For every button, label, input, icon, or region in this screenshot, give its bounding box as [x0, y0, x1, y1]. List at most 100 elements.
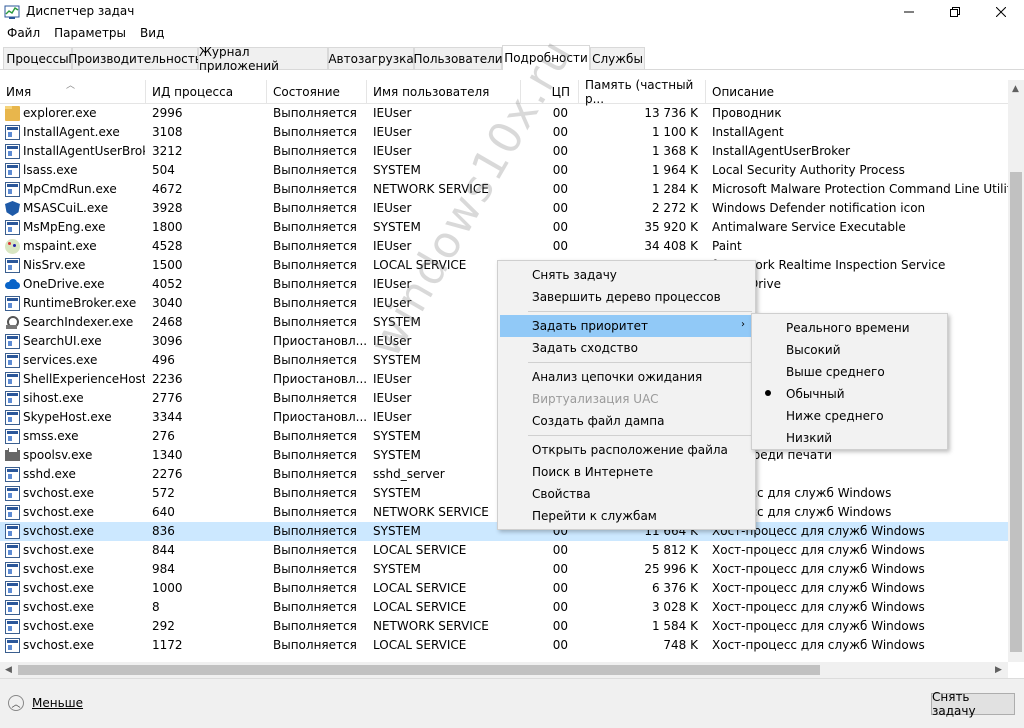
context-menu-item[interactable]: Снять задачу [500, 264, 753, 286]
table-row[interactable]: InstallAgentUserBrok... 3212 Выполняется IE… [0, 142, 1008, 161]
end-task-button[interactable]: Снять задачу [931, 690, 1015, 718]
minimize-button[interactable] [886, 0, 932, 24]
paint-icon [5, 239, 20, 254]
app-icon [5, 467, 20, 482]
restore-icon [950, 7, 960, 17]
tab-services[interactable]: Службы [590, 47, 645, 69]
context-menu-item[interactable]: Завершить дерево процессов [500, 286, 753, 308]
tab-details[interactable]: Подробности [502, 45, 590, 70]
context-menu-item[interactable]: Поиск в Интернете [500, 461, 753, 483]
process-icon-cell [5, 334, 20, 349]
cell-name: RuntimeBroker.exe [23, 296, 137, 310]
cell-description: Хост-процесс для служб Windows [712, 619, 925, 633]
maximize-button[interactable] [932, 0, 978, 24]
process-icon-cell [5, 372, 20, 387]
cell-pid: 8 [152, 600, 160, 614]
priority-option-label: Низкий [786, 431, 833, 445]
cell-pid: 4528 [152, 239, 183, 253]
scroll-left-icon[interactable]: ◀ [5, 665, 12, 675]
app-icon [5, 353, 20, 368]
cell-cpu: 00 [552, 106, 568, 120]
table-row[interactable]: MSASCuiL.exe 3928 Выполняется IEUser 00 2 272… [0, 199, 1008, 218]
column-description[interactable]: Описание [706, 80, 1008, 104]
cell-name: OneDrive.exe [23, 277, 105, 291]
menu-separator [528, 311, 752, 312]
horizontal-scroll-thumb[interactable] [18, 665, 820, 675]
table-row[interactable]: svchost.exe 844 Выполняется LOCAL SERVICE 00… [0, 541, 1008, 560]
priority-option[interactable]: Высокий [754, 339, 945, 361]
vertical-scroll-thumb[interactable] [1010, 172, 1022, 652]
vertical-scrollbar[interactable]: ▲ [1008, 80, 1024, 662]
fewer-details-button[interactable]: ︿ Меньше [8, 695, 83, 711]
table-row[interactable]: svchost.exe 8 Выполняется LOCAL SERVICE 00 3 … [0, 598, 1008, 617]
context-menu-item[interactable]: Анализ цепочки ожидания [500, 366, 753, 388]
table-row[interactable]: MsMpEng.exe 1800 Выполняется SYSTEM 00 35 920… [0, 218, 1008, 237]
cell-pid: 292 [152, 619, 175, 633]
context-menu-item[interactable]: Задать сходство [500, 337, 753, 359]
column-user[interactable]: Имя пользователя [367, 80, 521, 104]
cell-cpu: 00 [552, 562, 568, 576]
process-icon-cell [5, 239, 20, 254]
column-pid[interactable]: ИД процесса [146, 80, 267, 104]
cell-state: Выполняется [273, 315, 357, 329]
app-icon [5, 258, 20, 273]
column-name[interactable]: Имя [0, 80, 146, 104]
cell-state: Выполняется [273, 125, 357, 139]
table-row[interactable]: InstallAgent.exe 3108 Выполняется IEUser 00 1… [0, 123, 1008, 142]
column-state[interactable]: Состояние [267, 80, 367, 104]
menu-view[interactable]: Вид [133, 24, 171, 44]
close-button[interactable] [978, 0, 1024, 24]
process-icon-cell [5, 391, 20, 406]
footer-bar: ︿ Меньше Снять задачу [0, 678, 1024, 728]
cell-name: ShellExperienceHost.... [23, 372, 145, 386]
context-menu-item[interactable]: Открыть расположение файла [500, 439, 753, 461]
table-row[interactable]: lsass.exe 504 Выполняется SYSTEM 00 1 964 K Lo… [0, 161, 1008, 180]
tab-processes[interactable]: Процессы [3, 47, 72, 69]
tab-startup[interactable]: Автозагрузка [328, 47, 414, 69]
cell-cpu: 00 [552, 600, 568, 614]
context-menu-item[interactable]: Свойства [500, 483, 753, 505]
cell-description: Broker [712, 296, 1008, 310]
cell-cpu: 00 [552, 144, 568, 158]
title-bar: Диспетчер задач [0, 0, 1024, 24]
table-row[interactable]: svchost.exe 292 Выполняется NETWORK SERVICE… [0, 617, 1008, 636]
app-icon [5, 410, 20, 425]
table-row[interactable]: MpCmdRun.exe 4672 Выполняется NETWORK SERVI… [0, 180, 1008, 199]
context-menu-item[interactable]: Создать файл дампа [500, 410, 753, 432]
cell-user: SYSTEM [373, 315, 421, 329]
priority-option[interactable]: Низкий [754, 427, 945, 449]
table-row[interactable]: explorer.exe 2996 Выполняется IEUser 00 13 73… [0, 104, 1008, 123]
column-cpu[interactable]: ЦП [521, 80, 579, 104]
cell-user: SYSTEM [373, 562, 421, 576]
cell-pid: 836 [152, 524, 175, 538]
priority-option[interactable]: Обычный [754, 383, 945, 405]
tab-performance[interactable]: Производительность [68, 47, 202, 69]
priority-option[interactable]: Выше среднего [754, 361, 945, 383]
cell-state: Выполняется [273, 106, 357, 120]
app-icon [5, 562, 20, 577]
context-menu-item[interactable]: Задать приоритет › [500, 315, 753, 337]
table-row[interactable]: svchost.exe 1000 Выполняется LOCAL SERVICE 0… [0, 579, 1008, 598]
cell-user: SYSTEM [373, 524, 421, 538]
cell-state: Выполняется [273, 258, 357, 272]
cell-user: LOCAL SERVICE [373, 581, 467, 595]
scroll-right-icon[interactable]: ▶ [995, 665, 1002, 675]
column-memory[interactable]: Память (частный р... [579, 78, 706, 106]
cell-cpu: 00 [552, 163, 568, 177]
table-row[interactable]: mspaint.exe 4528 Выполняется IEUser 00 34 408… [0, 237, 1008, 256]
cell-description: Хост-процесс для служб Windows [712, 638, 925, 652]
tab-app-history[interactable]: Журнал приложений [198, 45, 328, 73]
cell-memory: 1 964 K [651, 163, 698, 177]
table-row[interactable]: svchost.exe 984 Выполняется SYSTEM 00 25 996 … [0, 560, 1008, 579]
menu-options[interactable]: Параметры [47, 24, 133, 44]
priority-option[interactable]: Реального времени [754, 317, 945, 339]
cell-pid: 844 [152, 543, 175, 557]
scroll-up-icon[interactable]: ▲ [1012, 84, 1019, 94]
priority-option-label: Реального времени [786, 321, 910, 335]
table-row[interactable]: svchost.exe 1172 Выполняется LOCAL SERVICE 0… [0, 636, 1008, 655]
priority-option[interactable]: Ниже среднего [754, 405, 945, 427]
horizontal-scrollbar[interactable]: ◀ ▶ [0, 662, 1008, 678]
context-menu-item[interactable]: Перейти к службам [500, 505, 753, 527]
tab-users[interactable]: Пользователи [413, 47, 503, 69]
menu-file[interactable]: Файл [0, 24, 47, 44]
